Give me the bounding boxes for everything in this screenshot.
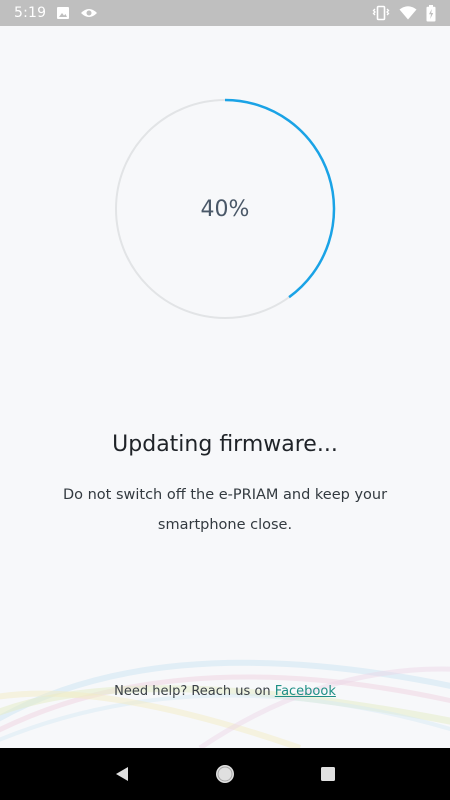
facebook-link[interactable]: Facebook — [275, 684, 336, 699]
recents-button[interactable] — [308, 754, 348, 794]
help-prefix: Need help? Reach us on — [114, 684, 271, 699]
status-left: 5:19 — [14, 5, 98, 21]
back-button[interactable] — [102, 754, 142, 794]
home-button[interactable] — [205, 754, 245, 794]
image-icon — [56, 6, 70, 20]
eye-icon — [80, 7, 98, 19]
help-text: Need help? Reach us on Facebook — [0, 684, 450, 699]
recents-icon — [321, 767, 336, 781]
battery-charging-icon — [426, 4, 436, 22]
instructions-line-2: smartphone close. — [157, 517, 293, 533]
progress-ring: 40% — [113, 97, 337, 321]
instructions-text: Do not switch off the e-PRIAM and keep y… — [40, 480, 410, 540]
decorative-waves — [0, 659, 450, 748]
home-icon — [215, 765, 234, 783]
vibrate-icon — [372, 5, 390, 21]
instructions-line-1: Do not switch off the e-PRIAM and keep y… — [62, 487, 388, 503]
status-right — [372, 4, 436, 22]
back-icon — [115, 767, 128, 781]
progress-percentage: 40% — [200, 196, 250, 222]
wifi-icon — [399, 6, 417, 20]
status-bar: 5:19 — [0, 0, 450, 26]
page-title: Updating firmware... — [112, 432, 338, 457]
nav-bar — [0, 748, 450, 800]
screen: 5:19 40% Updating firmware... Do not swi… — [0, 0, 450, 800]
status-time: 5:19 — [14, 5, 47, 21]
